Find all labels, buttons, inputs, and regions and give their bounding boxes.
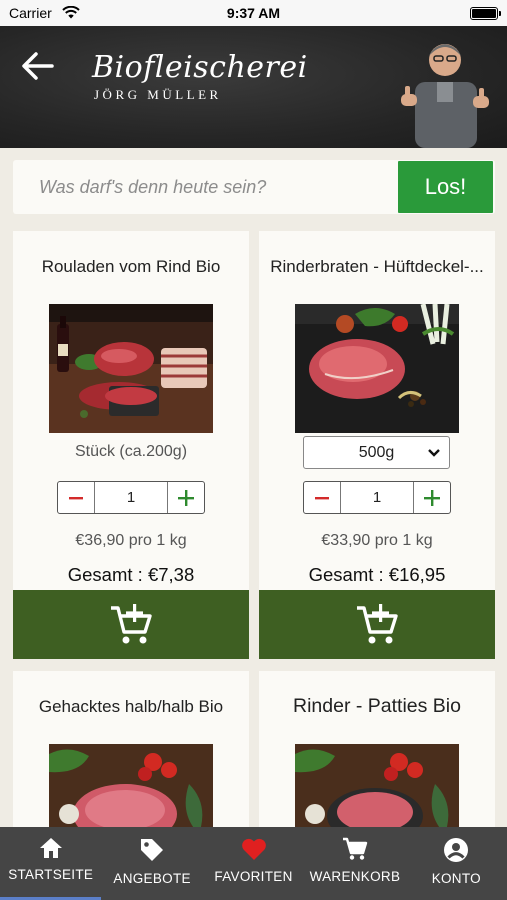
quantity-value[interactable]: 1 (341, 482, 413, 513)
product-title[interactable]: Gehacktes halb/halb Bio (13, 697, 249, 717)
product-card[interactable]: Rouladen vom Rind Bio Stück (ca.200g) 1 … (13, 231, 249, 659)
account-icon (444, 838, 469, 862)
owner-photo (401, 44, 489, 148)
home-icon (39, 838, 62, 858)
total-price: Gesamt : €7,38 (67, 564, 195, 585)
nav-label: WARENKORB (309, 869, 401, 884)
decrease-button[interactable] (304, 482, 341, 513)
product-card[interactable]: Gehacktes halb/halb Bio (13, 671, 249, 827)
unit-select[interactable]: 500g (303, 436, 450, 469)
product-image[interactable] (49, 304, 213, 433)
product-card[interactable]: Rinderbraten - Hüftdeckel-... 500g 1 €33… (259, 231, 495, 659)
battery-icon (470, 7, 501, 20)
product-image[interactable] (295, 744, 459, 827)
add-to-cart-icon (357, 603, 398, 643)
brand-subtitle: JÖRG MÜLLER (94, 87, 222, 102)
increase-button[interactable] (413, 482, 450, 513)
add-to-cart-button[interactable] (259, 590, 495, 659)
quantity-stepper: 1 (57, 481, 205, 514)
heart-icon (241, 838, 266, 860)
unit-select-value: 500g (358, 443, 395, 461)
minus-icon (315, 496, 329, 499)
unit-label: Stück (ca.200g) (74, 443, 188, 460)
nav-item-konto[interactable]: KONTO (406, 827, 507, 900)
price-per-kg: €33,90 pro 1 kg (321, 532, 433, 549)
nav-label: ANGEBOTE (113, 871, 191, 886)
cart-icon (342, 837, 368, 860)
quantity-stepper: 1 (303, 481, 451, 514)
product-image[interactable] (295, 304, 459, 433)
status-bar: Carrier 9:37 AM (0, 0, 507, 26)
nav-item-startseite[interactable]: STARTSEITE (0, 827, 101, 900)
product-title[interactable]: Rinderbraten - Hüftdeckel-... (259, 257, 495, 277)
search-bar: Los! (13, 160, 495, 214)
bottom-navigation: STARTSEITE ANGEBOTE FAVORITEN WARENKORB … (0, 827, 507, 900)
price-per-kg: €36,90 pro 1 kg (75, 532, 187, 549)
plus-icon (424, 489, 440, 506)
quantity-value[interactable]: 1 (95, 482, 167, 513)
plus-icon (178, 489, 194, 506)
nav-label: KONTO (431, 871, 481, 886)
increase-button[interactable] (167, 482, 204, 513)
add-to-cart-icon (111, 603, 152, 643)
product-title[interactable]: Rouladen vom Rind Bio (13, 257, 249, 277)
status-time: 9:37 AM (226, 5, 281, 21)
add-to-cart-button[interactable] (13, 590, 249, 659)
nav-label: FAVORITEN (214, 869, 293, 884)
search-button[interactable]: Los! (398, 161, 493, 213)
product-image[interactable] (49, 744, 213, 827)
product-title[interactable]: Rinder - Patties Bio (259, 695, 495, 718)
nav-item-warenkorb[interactable]: WARENKORB (304, 827, 405, 900)
decrease-button[interactable] (58, 482, 95, 513)
brand-script: Biofleischerei (92, 50, 308, 85)
nav-item-angebote[interactable]: ANGEBOTE (101, 827, 202, 900)
nav-label: STARTSEITE (8, 867, 94, 882)
nav-item-favoriten[interactable]: FAVORITEN (203, 827, 304, 900)
product-card[interactable]: Rinder - Patties Bio (259, 671, 495, 827)
search-input[interactable] (13, 160, 399, 214)
brand-logo: Biofleischerei JÖRG MÜLLER (92, 50, 308, 103)
minus-icon (69, 496, 83, 499)
tag-icon (141, 839, 164, 861)
back-arrow-icon[interactable] (18, 46, 58, 86)
total-price: Gesamt : €16,95 (308, 564, 446, 585)
header-banner: Biofleischerei JÖRG MÜLLER (0, 26, 507, 148)
chevron-down-icon (428, 449, 440, 457)
